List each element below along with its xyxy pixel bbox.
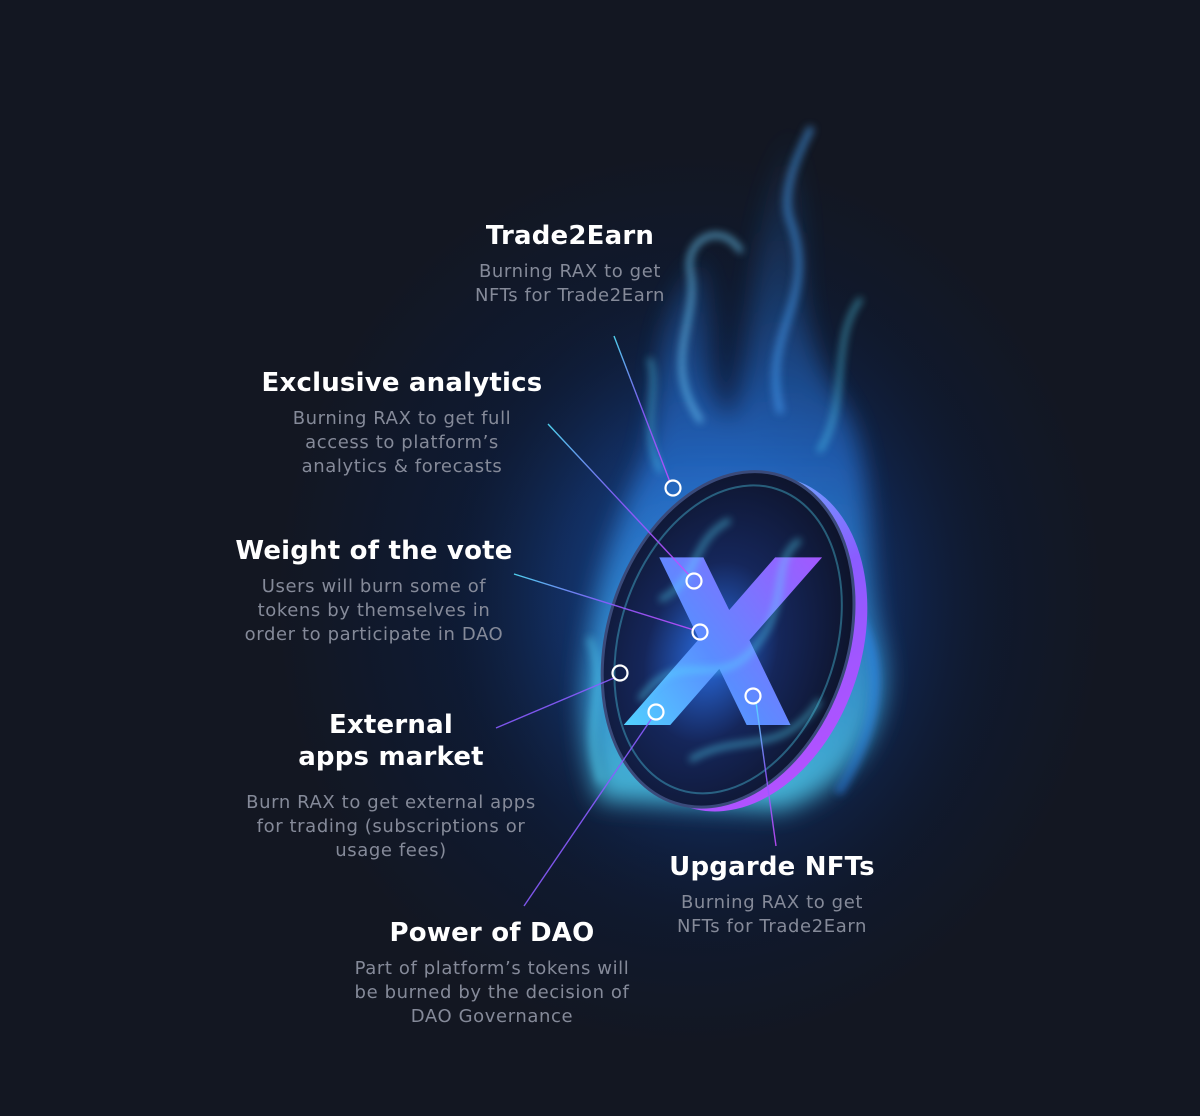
callout-title: Power of DAO bbox=[389, 918, 595, 948]
callout-title: External apps market bbox=[226, 709, 556, 773]
title-line: apps market bbox=[298, 742, 484, 772]
title-line: External bbox=[329, 710, 453, 740]
description-line: usage fees) bbox=[335, 840, 447, 861]
description-line: be burned by the decision of bbox=[354, 982, 630, 1003]
description-line: tokens by themselves in bbox=[257, 600, 491, 621]
description-line: analytics & forecasts bbox=[301, 456, 503, 477]
callout-title: Upgarde NFTs bbox=[669, 852, 875, 882]
callout-description: Part of platform’s tokens will be burned… bbox=[322, 957, 662, 1029]
description-line: NFTs for Trade2Earn bbox=[474, 285, 666, 306]
description-line: order to participate in DAO bbox=[244, 624, 504, 645]
callout-description: Burning RAX to get full access to platfo… bbox=[236, 407, 568, 479]
description-line: for trading (subscriptions or bbox=[256, 816, 526, 837]
description-line: Burn RAX to get external apps bbox=[246, 792, 536, 813]
callout-external-apps-market: External apps market Burn RAX to get ext… bbox=[226, 709, 556, 863]
description-line: DAO Governance bbox=[410, 1006, 574, 1027]
callout-title: Weight of the vote bbox=[235, 536, 513, 566]
description-line: Part of platform’s tokens will bbox=[354, 958, 630, 979]
callout-description: Burning RAX to get NFTs for Trade2Earn bbox=[632, 891, 912, 939]
description-line: Burning RAX to get bbox=[478, 261, 662, 282]
callout-trade2earn: Trade2Earn Burning RAX to get NFTs for T… bbox=[420, 220, 720, 308]
coin-letter: X bbox=[623, 513, 822, 780]
callout-power-of-dao: Power of DAO Part of platform’s tokens w… bbox=[322, 917, 662, 1029]
callout-title: Exclusive analytics bbox=[261, 368, 543, 398]
callout-description: Burning RAX to get NFTs for Trade2Earn bbox=[420, 260, 720, 308]
callout-title: Trade2Earn bbox=[485, 221, 655, 251]
description-line: access to platform’s bbox=[305, 432, 499, 453]
description-line: Burning RAX to get full bbox=[292, 408, 512, 429]
callout-description: Burn RAX to get external apps for tradin… bbox=[226, 791, 556, 863]
callout-upgrade-nfts: Upgarde NFTs Burning RAX to get NFTs for… bbox=[632, 851, 912, 939]
callout-weight-of-the-vote: Weight of the vote Users will burn some … bbox=[212, 535, 536, 647]
description-line: Burning RAX to get bbox=[680, 892, 864, 913]
callout-description: Users will burn some of tokens by themse… bbox=[212, 575, 536, 647]
description-line: NFTs for Trade2Earn bbox=[676, 916, 868, 937]
infographic: X Trade2Earn Burning RAX to get NFTs for… bbox=[0, 0, 1200, 1116]
callout-exclusive-analytics: Exclusive analytics Burning RAX to get f… bbox=[236, 367, 568, 479]
description-line: Users will burn some of bbox=[261, 576, 487, 597]
